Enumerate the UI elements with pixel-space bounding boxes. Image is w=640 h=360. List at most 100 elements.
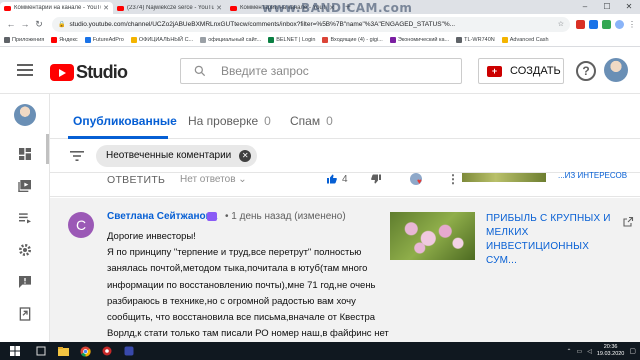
more-actions-icon[interactable]: ⋮ [447, 172, 459, 186]
task-view-icon[interactable] [30, 342, 52, 360]
bookmark-favicon-icon [501, 37, 508, 43]
creator-studio-classic-icon[interactable] [17, 306, 33, 322]
window-controls: – ☐ ✕ [574, 0, 640, 14]
forward-icon[interactable]: → [18, 19, 32, 29]
close-tab-icon[interactable]: ✕ [103, 4, 109, 12]
comment-line: сообщить, что восстановила все письма,вн… [107, 312, 376, 324]
create-button[interactable]: + СОЗДАТЬ [478, 58, 564, 84]
bookmark-item[interactable]: официальный сайт... [200, 37, 261, 43]
open-external-icon[interactable] [622, 216, 634, 228]
star-icon[interactable]: ☆ [558, 20, 564, 28]
bookmark-item[interactable]: ОФИЦИАЛЬНЫЙ С... [130, 37, 193, 43]
extension-icon[interactable] [589, 19, 598, 29]
notifications-icon[interactable]: ▢ [629, 347, 636, 355]
hamburger-menu-icon[interactable] [17, 64, 33, 76]
filter-chip-unanswered[interactable]: Неотвеченные коментарии ✕ [96, 145, 258, 167]
maximize-icon[interactable]: ☐ [596, 0, 618, 14]
windows-start-icon[interactable] [0, 342, 30, 360]
youtube-favicon-icon [4, 5, 11, 11]
browser-tab-comments-2[interactable]: Комментарии на канале - YouTub ✕ [226, 2, 339, 14]
bookmark-favicon-icon [389, 37, 396, 43]
clear-filter-icon[interactable]: ✕ [239, 150, 252, 162]
bookmark-item[interactable]: Яндекс [51, 37, 78, 43]
bookmark-favicon-icon [200, 37, 207, 43]
browser-tab-video[interactable]: (2374) Najwiekcze serce - YouTube ✕ [113, 2, 226, 14]
minimize-icon[interactable]: – [574, 0, 596, 14]
url-bar[interactable]: 🔒 studio.youtube.com/channel/UCZo2jABUeB… [52, 16, 570, 32]
search-placeholder: Введите запрос [221, 64, 309, 78]
videos-icon[interactable] [17, 178, 33, 194]
extension-icon[interactable] [576, 19, 585, 29]
search-input[interactable]: Введите запрос [180, 58, 462, 84]
close-tab-icon[interactable]: ✕ [216, 4, 222, 12]
bandicam-icon[interactable] [96, 342, 118, 360]
playlists-icon[interactable] [17, 210, 33, 226]
bookmark-item[interactable]: Экономический ка... [389, 37, 449, 43]
bookmark-favicon-icon [84, 37, 91, 43]
filter-bar: Неотвеченные коментарии ✕ [50, 139, 640, 173]
thumbs-down-icon[interactable] [370, 173, 382, 185]
browser-tab-comments[interactable]: Комментарии на канале - YouTube ✕ [0, 2, 113, 14]
comment-line: занялась почтой,методом тыка,почитала в … [107, 263, 368, 275]
file-explorer-icon[interactable] [52, 342, 74, 360]
volume-icon[interactable]: ◁ [587, 348, 592, 355]
bookmark-apps[interactable]: Приложения [4, 37, 44, 43]
bookmark-item[interactable]: TL-WR740N [456, 37, 495, 43]
comment-text: Дорогие инвесторы! Я по принципу "терпен… [107, 229, 397, 342]
bookmarks-bar: Приложения Яндекс FutureAdPro ОФИЦИАЛЬНЫ… [0, 34, 640, 47]
network-icon[interactable]: ▭ [577, 348, 583, 355]
create-video-icon: + [487, 65, 502, 77]
close-window-icon[interactable]: ✕ [618, 0, 640, 14]
comment-line: Я по принципу "терпение и труд,все перет… [107, 247, 362, 259]
apps-grid-icon [4, 37, 10, 43]
feedback-icon[interactable] [17, 274, 33, 290]
creator-heart-icon[interactable] [410, 173, 422, 186]
account-avatar[interactable] [604, 58, 628, 82]
dashboard-icon[interactable] [17, 146, 33, 162]
back-icon[interactable]: ← [4, 19, 18, 29]
bookmark-favicon-icon [268, 37, 275, 43]
browser-tab-title: Комментарии на канале - YouTube [14, 5, 102, 11]
close-tab-icon[interactable]: ✕ [329, 4, 335, 12]
previous-video-thumbnail[interactable] [462, 173, 546, 182]
comment-timestamp[interactable]: • 1 день назад (изменено) [225, 211, 346, 222]
commenter-avatar[interactable]: С [68, 212, 94, 238]
tab-published[interactable]: Опубликованные [73, 114, 177, 128]
thumbs-up-icon[interactable] [326, 173, 338, 185]
new-tab-button[interactable]: + [345, 2, 351, 14]
sidebar-scrollbar[interactable] [46, 134, 49, 164]
bookmark-item[interactable]: FutureAdPro [84, 37, 124, 43]
studio-logo-text: Studio [76, 62, 128, 82]
profile-icon[interactable] [615, 19, 624, 29]
create-button-label: СОЗДАТЬ [510, 65, 561, 77]
app-icon[interactable] [118, 342, 140, 360]
video-thumbnail[interactable] [390, 212, 475, 260]
yandex-icon [51, 37, 58, 43]
bookmark-item[interactable]: Advanced Cash [501, 37, 549, 43]
tab-spam[interactable]: Спам 0 [290, 114, 333, 128]
comment-line: Ворлд,к стати только там писали РО номер… [107, 328, 389, 340]
kebab-menu-icon[interactable]: ⋮ [628, 20, 636, 29]
channel-avatar[interactable] [14, 104, 36, 126]
reload-icon[interactable]: ↻ [32, 19, 46, 30]
tray-arrow-icon[interactable]: ⌃ [567, 348, 572, 355]
windows-logo-icon [10, 346, 20, 356]
extension-icons: ⋮ [576, 19, 636, 29]
filter-icon[interactable] [70, 150, 84, 162]
settings-gear-icon[interactable] [17, 242, 33, 258]
video-title-link[interactable]: ПРИБЫЛЬ С КРУПНЫХ И МЕЛКИХ ИНВЕСТИЦИОННЫ… [486, 212, 616, 268]
previous-video-title[interactable]: ...ИЗ ИНТЕРЕСОВ [558, 171, 627, 180]
studio-logo[interactable]: Studio [50, 62, 128, 83]
no-replies-dropdown[interactable]: Нет ответов ⌄ [180, 174, 247, 185]
tab-held-for-review[interactable]: На проверке 0 [188, 114, 271, 128]
extension-icon[interactable] [602, 19, 611, 29]
comment-line: Дорогие инвесторы! [107, 231, 196, 242]
reply-button[interactable]: ОТВЕТИТЬ [107, 174, 165, 186]
taskbar-clock[interactable]: 20:36 19.03.2020 [597, 344, 625, 358]
bookmark-item[interactable]: BELNET | Login [268, 37, 315, 43]
browser-tab-title: Комментарии на канале - YouTub [240, 5, 328, 11]
comment-author[interactable]: Светлана Сейтжанова [107, 211, 217, 222]
chrome-icon[interactable] [74, 342, 96, 360]
help-icon[interactable]: ? [576, 61, 596, 81]
bookmark-item[interactable]: Входящие (4) - gigi... [322, 37, 383, 43]
